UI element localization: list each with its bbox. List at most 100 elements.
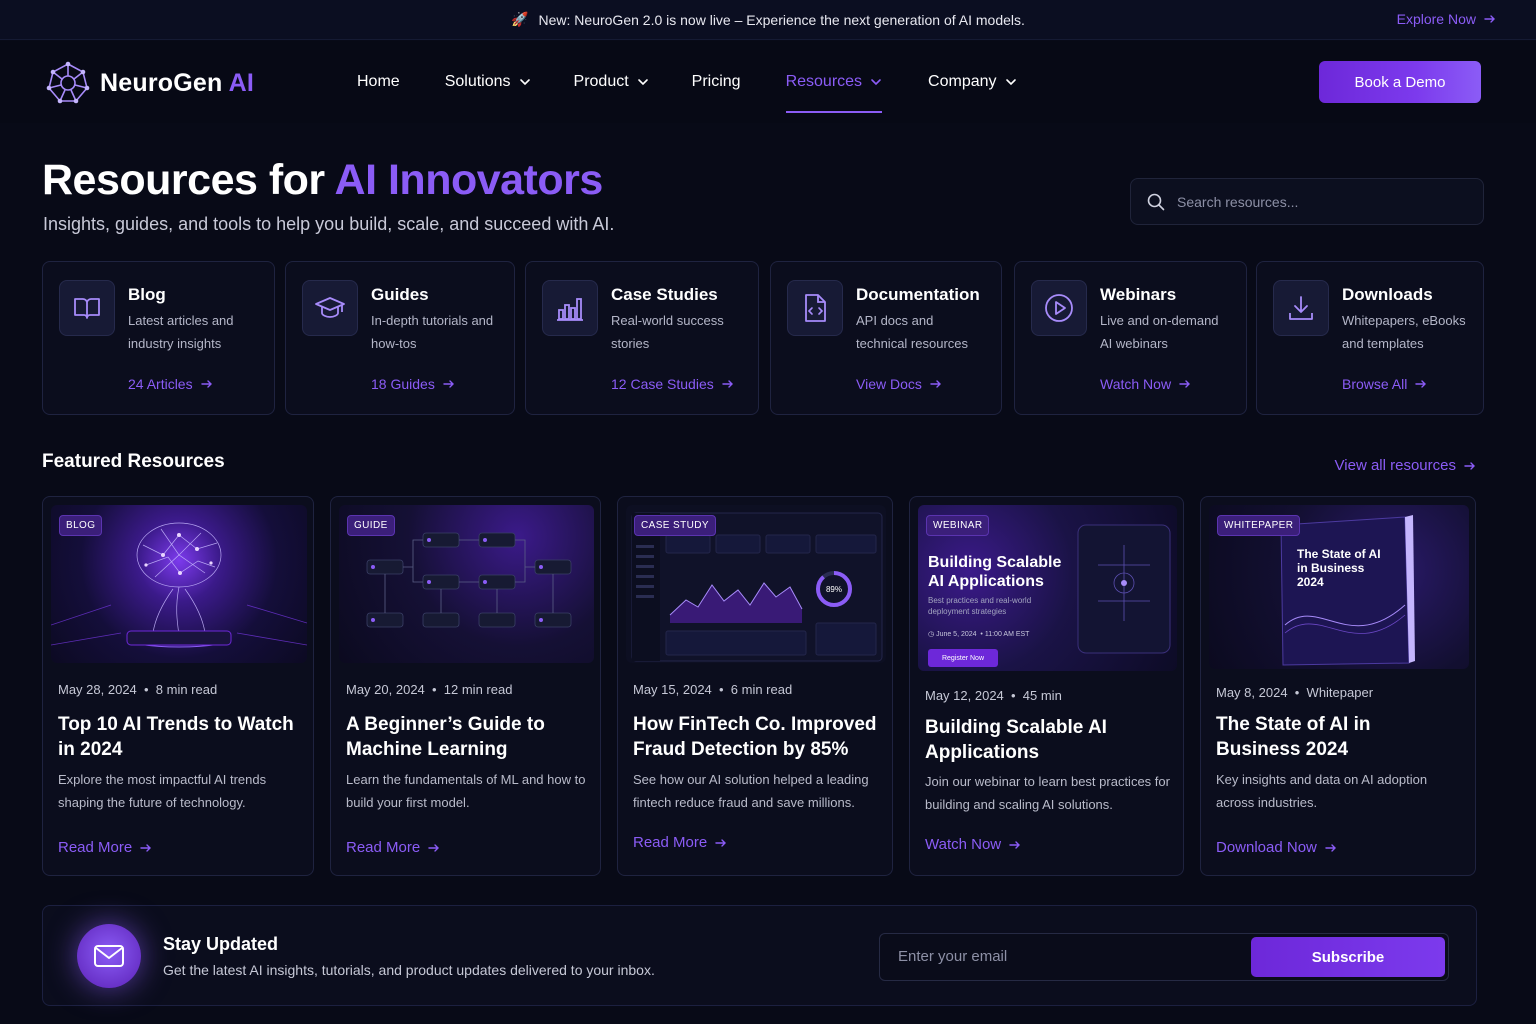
category-title: Downloads [1342,285,1433,304]
category-card-documentation[interactable]: Documentation API docs and technical res… [770,261,1002,415]
category-link[interactable]: 12 Case Studies [611,376,734,392]
arrow-right-icon [930,380,941,388]
resource-card-blog[interactable]: BLOG May 28, 2024 • 8 min read Top 10 AI… [42,496,314,876]
resource-card-webinar[interactable]: Building Scalable AI Applications Best p… [909,496,1184,876]
read-more-link[interactable]: Read More [346,839,440,856]
arrow-right-icon [1325,843,1336,852]
card-desc: Key insights and data on AI adoption acr… [1216,772,1428,810]
card-link-label: Read More [58,839,133,856]
card-title: How FinTech Co. Improved Fraud Detection… [633,714,877,760]
tag-badge: WHITEPAPER [1217,515,1301,536]
explore-now-label: Explore Now [1396,11,1476,27]
nav-solutions-label: Solutions [444,73,511,90]
card-meta: May 15, 2024 • 6 min read [633,682,793,697]
subscribe-button[interactable]: Subscribe [1251,937,1445,977]
book-cover-title: The State of AI in Business 2024 [1297,547,1381,589]
category-card-webinars[interactable]: Webinars Live and on-demand AI webinars … [1014,261,1247,415]
webinar-image-datetime: ◷ June 5, 2024 • 11:00 AM EST [928,631,1030,638]
announcement-text: New: NeuroGen 2.0 is now live – Experien… [538,11,1025,28]
nav-company[interactable]: Company [928,41,1016,123]
category-link-label: Browse All [1342,376,1408,392]
card-date: May 20, 2024 [346,682,425,697]
resource-card-guide[interactable]: GUIDE May 20, 2024 • 12 min read A Begin… [330,496,601,876]
read-more-link[interactable]: Read More [633,834,727,851]
card-duration: 45 min [1022,688,1062,703]
brand-logo[interactable]: NeuroGen AI [46,61,254,105]
dashboard-thumbnail: 89% CASE STUDY [626,505,886,663]
card-meta: May 12, 2024 • 45 min [925,688,1062,703]
arrow-right-icon [722,380,733,388]
arrow-right-icon [1179,380,1191,388]
card-title: The State of AI in Business 2024 [1216,714,1371,760]
category-desc: API docs and technical resources [856,313,968,351]
code-file-icon [787,280,843,336]
arrow-right-icon [200,380,212,388]
category-desc: Live and on-demand AI webinars [1100,313,1219,351]
nav-resources[interactable]: Resources [785,41,883,123]
tag-badge: BLOG [59,515,103,536]
explore-now-link[interactable]: Explore Now [1397,11,1496,27]
email-field[interactable] [898,948,1228,965]
arrow-right-icon [1464,461,1475,470]
category-desc: Whitepapers, eBooks and templates [1342,313,1466,351]
category-card-guides[interactable]: Guides In-depth tutorials and how-tos 18… [285,261,515,415]
category-card-downloads[interactable]: Downloads Whitepapers, eBooks and templa… [1256,261,1484,415]
download-now-link[interactable]: Download Now [1216,839,1337,856]
category-link-label: 18 Guides [371,376,435,392]
search-box [1130,178,1484,225]
arrow-right-icon [1484,15,1495,23]
arrow-right-icon [1415,380,1427,388]
category-title: Guides [371,285,429,304]
main-nav: NeuroGen AI Home Solutions Product Prici… [0,41,1536,123]
category-link[interactable]: Watch Now [1100,376,1191,392]
play-circle-icon [1031,280,1087,336]
featured-title: Featured Resources [42,451,225,472]
arrow-right-icon [443,380,454,388]
chevron-down-icon [871,79,881,86]
watch-now-link[interactable]: Watch Now [925,836,1021,853]
page-title-highlight: AI Innovators [334,156,604,204]
read-more-link[interactable]: Read More [58,839,152,856]
category-desc: Real-world success stories [611,313,724,351]
email-form: Subscribe [879,933,1449,981]
card-type: Whitepaper [1306,685,1374,700]
search-input[interactable] [1177,193,1457,210]
brain-thumbnail: BLOG [51,505,307,663]
category-link-label: 24 Articles [128,376,193,392]
neural-logo-icon [46,61,90,104]
arrow-right-icon [428,843,440,852]
book-demo-button[interactable]: Book a Demo [1319,61,1481,103]
card-meta: May 20, 2024 • 12 min read [346,682,513,697]
resource-card-whitepaper[interactable]: The State of AI in Business 2024 WHITEPA… [1200,496,1476,876]
nav-product[interactable]: Product [574,41,649,123]
nav-home[interactable]: Home [357,41,400,123]
graduation-cap-icon [302,280,358,336]
flowchart-thumbnail: GUIDE [339,505,594,663]
tag-badge: CASE STUDY [634,515,716,536]
category-link[interactable]: 18 Guides [371,376,455,392]
page-title: Resources for AI Innovators [42,156,603,205]
category-desc: Latest articles and industry insights [128,313,234,351]
nav-pricing-label: Pricing [691,73,741,90]
card-title: A Beginner’s Guide to Machine Learning [346,714,545,760]
arrow-right-icon [715,838,727,847]
newsletter-panel: Stay Updated Get the latest AI insights,… [42,905,1477,1006]
category-card-blog[interactable]: Blog Latest articles and industry insigh… [42,261,275,415]
nav-pricing[interactable]: Pricing [692,41,741,123]
card-date: May 8, 2024 [1216,685,1288,700]
mail-icon [77,924,141,988]
category-link[interactable]: View Docs [856,376,942,392]
card-title: Building Scalable AI Applications [925,717,1107,763]
view-all-label: View all resources [1334,457,1456,474]
category-link[interactable]: 24 Articles [128,376,213,392]
nav-solutions[interactable]: Solutions [445,41,531,123]
download-icon [1273,280,1329,336]
card-meta: May 28, 2024 • 8 min read [58,682,218,697]
tag-badge: WEBINAR [926,515,990,536]
category-link[interactable]: Browse All [1342,376,1427,392]
card-read-time: 6 min read [730,682,793,697]
nav-product-label: Product [573,73,629,90]
view-all-resources-link[interactable]: View all resources [1335,457,1476,474]
resource-card-case-study[interactable]: 89% CASE STUDY May 15, 2024 • 6 min read… [617,496,893,876]
category-card-case-studies[interactable]: Case Studies Real-world success stories … [525,261,759,415]
